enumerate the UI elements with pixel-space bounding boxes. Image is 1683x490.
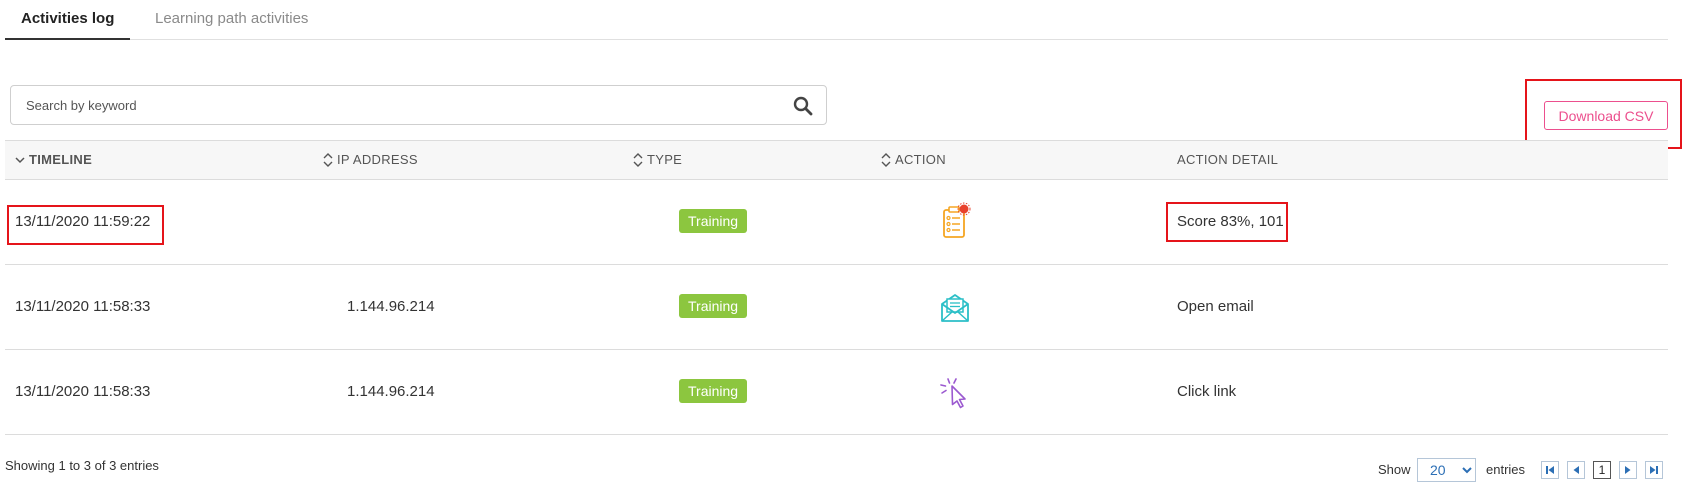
- sort-desc-icon: [15, 157, 25, 163]
- type-badge: Training: [679, 379, 748, 403]
- table-row: 13/11/2020 11:59:22 Training Score 83%, …: [5, 180, 1668, 265]
- next-page-icon: [1625, 466, 1631, 474]
- page-size-select[interactable]: 102050100: [1417, 458, 1476, 482]
- quiz-clipboard-icon: [943, 202, 971, 238]
- first-page-icon: [1546, 466, 1554, 474]
- column-header-action-detail: ACTION DETAIL: [1177, 141, 1278, 179]
- action-detail-cell: Open email: [1177, 298, 1254, 315]
- column-label: IP ADDRESS: [337, 152, 418, 167]
- previous-page-icon: [1573, 466, 1579, 474]
- type-badge: Training: [679, 209, 748, 233]
- table-row: 13/11/2020 11:58:33 1.144.96.214 Trainin…: [5, 350, 1668, 435]
- show-label: Show: [1378, 462, 1411, 477]
- sort-icon: [881, 152, 891, 167]
- column-header-type[interactable]: TYPE: [632, 141, 682, 179]
- last-page-button[interactable]: [1645, 461, 1663, 479]
- table-row: 13/11/2020 11:58:33 1.144.96.214 Trainin…: [5, 265, 1668, 350]
- page-number-button[interactable]: 1: [1593, 461, 1611, 479]
- table-header: TIMELINE IP ADDRESS TYPE ACTION ACTION D…: [5, 140, 1668, 180]
- timeline-cell: 13/11/2020 11:58:33: [15, 298, 151, 315]
- activities-table: TIMELINE IP ADDRESS TYPE ACTION ACTION D…: [5, 140, 1668, 435]
- column-header-timeline[interactable]: TIMELINE: [14, 141, 92, 179]
- download-csv-button[interactable]: Download CSV: [1544, 101, 1668, 130]
- tab-activities-log[interactable]: Activities log: [5, 0, 131, 40]
- tab-bar: Activities log Learning path activities: [5, 0, 1668, 40]
- click-cursor-icon: [940, 378, 966, 409]
- timeline-cell: 13/11/2020 11:58:33: [15, 383, 151, 400]
- column-header-action[interactable]: ACTION: [880, 141, 946, 179]
- search-icon[interactable]: [793, 96, 813, 116]
- timestamp-highlight-box: [7, 205, 164, 245]
- next-page-button[interactable]: [1619, 461, 1637, 479]
- open-email-icon: [941, 294, 969, 322]
- column-label: ACTION DETAIL: [1177, 152, 1279, 167]
- ip-cell: 1.144.96.214: [347, 383, 435, 400]
- search-box: [10, 85, 827, 125]
- sort-icon: [633, 152, 643, 167]
- last-page-icon: [1650, 466, 1658, 474]
- column-label: TYPE: [647, 152, 683, 167]
- entries-label: entries: [1486, 462, 1526, 477]
- ip-cell: 1.144.96.214: [347, 298, 435, 315]
- action-detail-cell: Click link: [1177, 383, 1237, 400]
- tab-learning-path-activities[interactable]: Learning path activities: [139, 0, 324, 40]
- entries-info: Showing 1 to 3 of 3 entries: [5, 458, 159, 473]
- column-label: TIMELINE: [29, 152, 93, 167]
- column-label: ACTION: [895, 152, 946, 167]
- sort-icon: [323, 152, 333, 167]
- first-page-button[interactable]: [1541, 461, 1559, 479]
- search-input[interactable]: [11, 86, 771, 124]
- previous-page-button[interactable]: [1567, 461, 1585, 479]
- column-header-ip-address[interactable]: IP ADDRESS: [322, 141, 418, 179]
- type-badge: Training: [679, 294, 748, 318]
- detail-highlight-box: [1166, 202, 1288, 242]
